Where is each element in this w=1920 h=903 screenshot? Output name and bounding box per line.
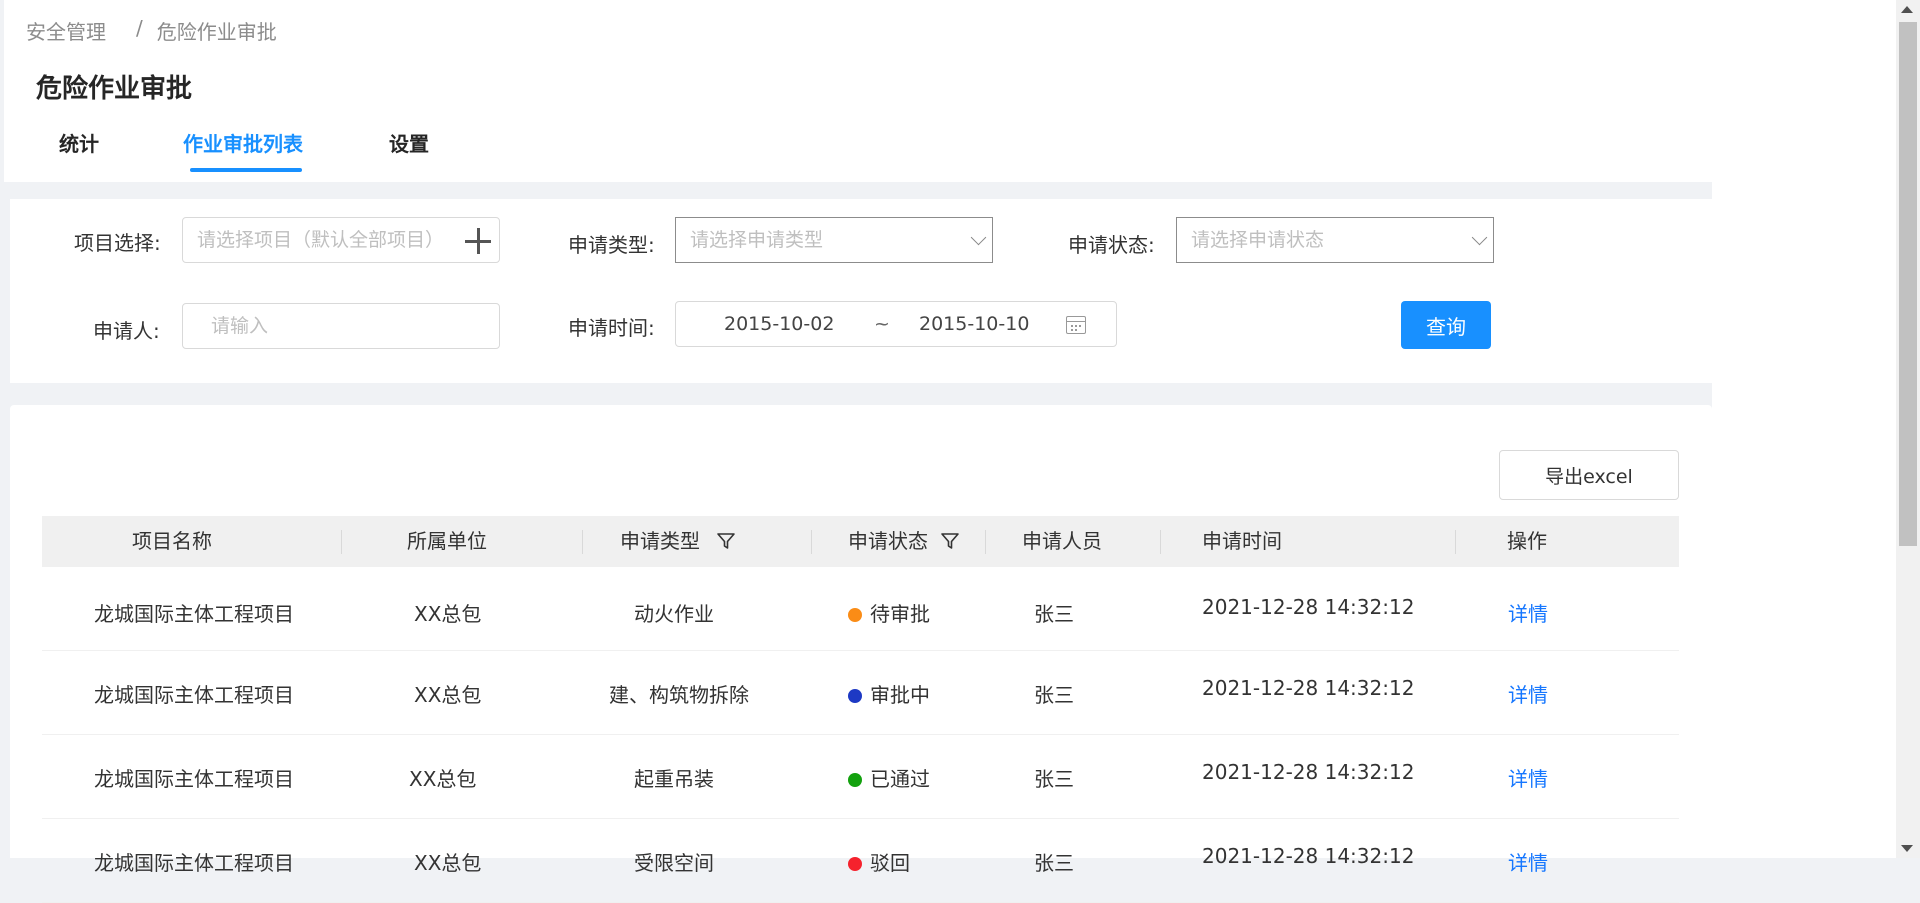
time-label: 申请时间: <box>568 316 655 340</box>
detail-link[interactable]: 详情 <box>1508 847 1548 876</box>
status-dot <box>848 608 862 622</box>
right-blank-area <box>1712 0 1896 858</box>
status-badge: 已通过 <box>848 763 930 792</box>
status-badge: 审批中 <box>848 679 930 708</box>
status-text: 审批中 <box>870 683 930 707</box>
column-separator <box>1455 530 1456 554</box>
cell-applicant: 张三 <box>1034 602 1074 626</box>
tab-bar: 统计 作业审批列表 设置 <box>4 128 1712 176</box>
vertical-scrollbar[interactable] <box>1896 0 1920 858</box>
project-select[interactable]: 请选择项目（默认全部项目） <box>182 217 500 263</box>
breadcrumb: 安全管理 / 危险作业审批 <box>26 16 277 45</box>
status-dot <box>848 857 862 871</box>
cell-applicant: 张三 <box>1034 851 1074 875</box>
date-end[interactable]: 2015-10-10 <box>919 302 1029 346</box>
export-excel-button[interactable]: 导出excel <box>1499 450 1679 500</box>
applicant-placeholder: 请输入 <box>211 315 269 337</box>
project-label: 项目选择: <box>74 231 161 255</box>
table-header: 项目名称 所属单位 申请类型 申请状态 申请人员 申请时间 操作 <box>42 516 1679 567</box>
cell-type: 起重吊装 <box>634 767 714 791</box>
type-select[interactable]: 请选择申请类型 <box>675 217 993 263</box>
column-separator <box>582 530 583 554</box>
status-badge: 待审批 <box>848 598 930 627</box>
column-unit: 所属单位 <box>407 529 487 553</box>
tab-statistics[interactable]: 统计 <box>59 128 99 157</box>
breadcrumb-separator: / <box>136 16 143 40</box>
cell-project: 龙城国际主体工程项目 <box>94 851 294 875</box>
tab-approval-list[interactable]: 作业审批列表 <box>183 128 303 157</box>
table-row: 龙城国际主体工程项目 XX总包 起重吊装 已通过 张三 2021-12-28 1… <box>42 735 1679 819</box>
page-title: 危险作业审批 <box>36 74 193 104</box>
column-separator <box>341 530 342 554</box>
cell-time: 2021-12-28 14:32:12 <box>1202 676 1415 700</box>
cell-unit: XX总包 <box>414 683 482 707</box>
cell-project: 龙城国际主体工程项目 <box>94 767 294 791</box>
table-row: 龙城国际主体工程项目 XX总包 建、构筑物拆除 审批中 张三 2021-12-2… <box>42 651 1679 735</box>
detail-link[interactable]: 详情 <box>1508 679 1548 708</box>
plus-icon[interactable] <box>465 228 491 254</box>
column-status: 申请状态 <box>848 529 928 553</box>
cell-project: 龙城国际主体工程项目 <box>94 683 294 707</box>
project-placeholder: 请选择项目（默认全部项目） <box>197 229 445 251</box>
status-text: 待审批 <box>870 602 930 626</box>
cell-time: 2021-12-28 14:32:12 <box>1202 844 1415 868</box>
page-header: 安全管理 / 危险作业审批 危险作业审批 统计 作业审批列表 设置 <box>4 0 1712 182</box>
scrollbar-thumb[interactable] <box>1899 22 1917 546</box>
cell-type: 建、构筑物拆除 <box>609 683 749 707</box>
cell-unit: XX总包 <box>414 602 482 626</box>
chevron-down-icon <box>1471 229 1488 246</box>
type-placeholder: 请选择申请类型 <box>690 229 824 251</box>
tab-settings[interactable]: 设置 <box>389 128 429 157</box>
date-range-picker[interactable]: 2015-10-02 ~ 2015-10-10 <box>675 301 1117 347</box>
status-placeholder: 请选择申请状态 <box>1191 229 1325 251</box>
date-separator: ~ <box>874 313 890 335</box>
table-row: 龙城国际主体工程项目 XX总包 受限空间 驳回 张三 2021-12-28 14… <box>42 819 1679 903</box>
cell-time: 2021-12-28 14:32:12 <box>1202 595 1415 619</box>
cell-type: 受限空间 <box>634 851 714 875</box>
column-applicant: 申请人员 <box>1022 529 1102 553</box>
column-separator <box>811 530 812 554</box>
cell-type: 动火作业 <box>634 602 714 626</box>
breadcrumb-current: 危险作业审批 <box>156 20 277 44</box>
applicant-label: 申请人: <box>93 319 160 343</box>
type-label: 申请类型: <box>568 233 655 257</box>
status-dot <box>848 689 862 703</box>
column-type: 申请类型 <box>620 529 700 553</box>
column-separator <box>1160 530 1161 554</box>
status-text: 驳回 <box>870 851 910 875</box>
scroll-up-arrow-icon[interactable] <box>1901 6 1913 13</box>
status-text: 已通过 <box>870 767 930 791</box>
cell-applicant: 张三 <box>1034 767 1074 791</box>
table-row: 龙城国际主体工程项目 XX总包 动火作业 待审批 张三 2021-12-28 1… <box>42 567 1679 651</box>
app-root: 安全管理 / 危险作业审批 危险作业审批 统计 作业审批列表 设置 项目选择: … <box>0 0 1712 903</box>
status-select[interactable]: 请选择申请状态 <box>1176 217 1494 263</box>
query-button[interactable]: 查询 <box>1401 301 1491 349</box>
column-action: 操作 <box>1507 529 1547 553</box>
cell-project: 龙城国际主体工程项目 <box>94 602 294 626</box>
calendar-icon <box>1066 316 1086 334</box>
status-label: 申请状态: <box>1068 233 1155 257</box>
column-project-name: 项目名称 <box>132 529 212 553</box>
column-time: 申请时间 <box>1202 529 1282 553</box>
applicant-input[interactable]: 请输入 <box>182 303 500 349</box>
detail-link[interactable]: 详情 <box>1508 598 1548 627</box>
table-panel: 导出excel 项目名称 所属单位 申请类型 申请状态 申请人员 申请时间 操作 <box>10 405 1712 903</box>
active-tab-indicator <box>190 168 302 172</box>
filter-icon[interactable] <box>716 531 736 551</box>
filter-panel: 项目选择: 请选择项目（默认全部项目） 申请类型: 请选择申请类型 申请状态: … <box>10 199 1712 383</box>
status-badge: 驳回 <box>848 847 910 876</box>
detail-link[interactable]: 详情 <box>1508 763 1548 792</box>
cell-time: 2021-12-28 14:32:12 <box>1202 760 1415 784</box>
cell-unit: XX总包 <box>409 767 477 791</box>
cell-unit: XX总包 <box>414 851 482 875</box>
date-start[interactable]: 2015-10-02 <box>724 302 834 346</box>
breadcrumb-root[interactable]: 安全管理 <box>26 16 106 45</box>
status-dot <box>848 773 862 787</box>
chevron-down-icon <box>970 229 987 246</box>
filter-icon[interactable] <box>940 531 960 551</box>
scroll-down-arrow-icon[interactable] <box>1901 845 1913 852</box>
cell-applicant: 张三 <box>1034 683 1074 707</box>
column-separator <box>985 530 986 554</box>
